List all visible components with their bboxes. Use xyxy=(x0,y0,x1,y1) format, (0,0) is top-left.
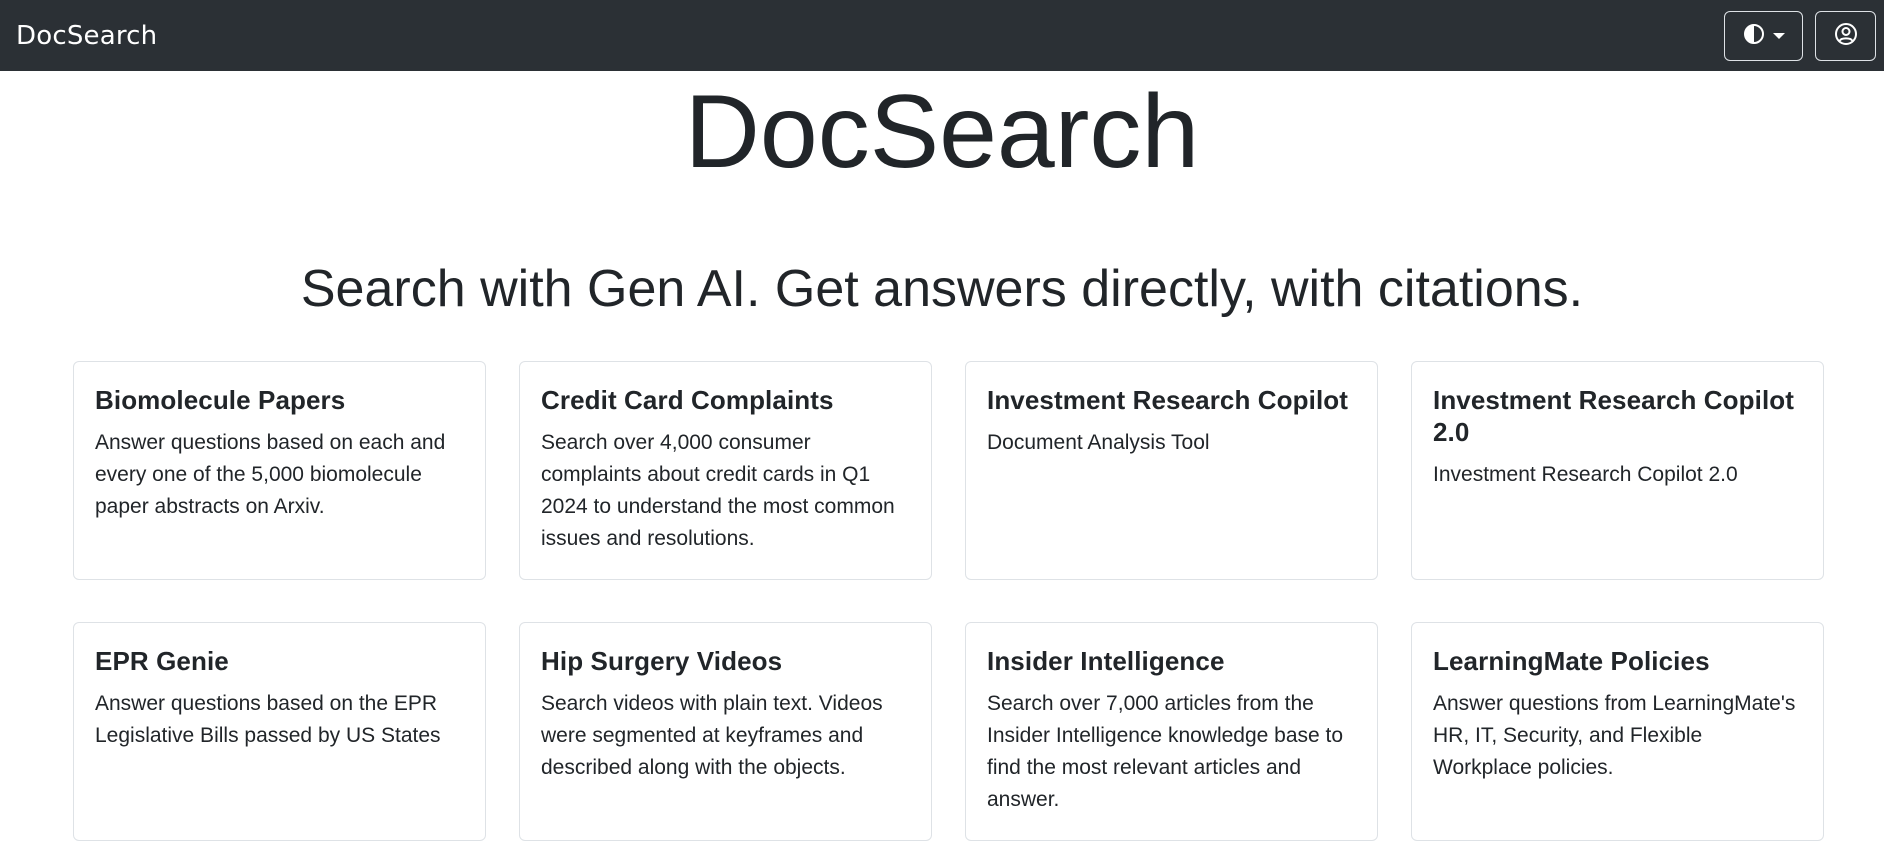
card-description: Search videos with plain text. Videos we… xyxy=(541,692,883,779)
chevron-down-icon xyxy=(1772,32,1785,39)
card-description: Search over 7,000 articles from the Insi… xyxy=(987,692,1344,811)
user-circle-icon xyxy=(1834,22,1858,49)
half-circle-icon xyxy=(1743,23,1765,48)
card-description: Search over 4,000 consumer complaints ab… xyxy=(541,431,895,550)
page-subtitle: Search with Gen AI. Get answers directly… xyxy=(300,260,1584,318)
user-menu-button[interactable] xyxy=(1815,10,1876,61)
card-title: LearningMate Policies xyxy=(1433,646,1710,676)
app-card-insider-intelligence[interactable]: Insider Intelligence Search over 7,000 a… xyxy=(965,622,1378,841)
card-title: Biomolecule Papers xyxy=(95,385,346,415)
app-card-credit-card-complaints[interactable]: Credit Card Complaints Search over 4,000… xyxy=(519,361,932,580)
card-title: EPR Genie xyxy=(95,646,229,676)
card-title: Hip Surgery Videos xyxy=(541,646,783,676)
card-description: Document Analysis Tool xyxy=(987,431,1210,454)
card-description: Answer questions based on the EPR Legisl… xyxy=(95,692,441,747)
app-card-hip-surgery-videos[interactable]: Hip Surgery Videos Search videos with pl… xyxy=(519,622,932,841)
app-card-investment-research-copilot[interactable]: Investment Research Copilot Document Ana… xyxy=(965,361,1378,580)
top-navbar: DocSearch xyxy=(0,0,1884,71)
app-card-investment-research-copilot-2[interactable]: Investment Research Copilot 2.0 Investme… xyxy=(1411,361,1824,580)
card-title: Credit Card Complaints xyxy=(541,385,834,415)
app-card-learningmate-policies[interactable]: LearningMate Policies Answer questions f… xyxy=(1411,622,1824,841)
card-title: Insider Intelligence xyxy=(987,646,1225,676)
page-title: DocSearch xyxy=(684,74,1200,190)
card-description: Answer questions based on each and every… xyxy=(95,431,446,518)
card-title: Investment Research Copilot xyxy=(987,385,1349,415)
app-card-grid: Biomolecule Papers Answer questions base… xyxy=(73,361,1824,841)
card-title: Investment Research Copilot 2.0 xyxy=(1433,385,1795,447)
card-description: Answer questions from LearningMate's HR,… xyxy=(1433,692,1796,779)
app-card-biomolecule-papers[interactable]: Biomolecule Papers Answer questions base… xyxy=(73,361,486,580)
navbar-brand-link[interactable]: DocSearch xyxy=(16,21,157,51)
card-description: Investment Research Copilot 2.0 xyxy=(1433,463,1738,486)
theme-toggle-button[interactable] xyxy=(1724,10,1803,61)
navbar-actions xyxy=(1724,10,1876,61)
app-card-epr-genie[interactable]: EPR Genie Answer questions based on the … xyxy=(73,622,486,841)
